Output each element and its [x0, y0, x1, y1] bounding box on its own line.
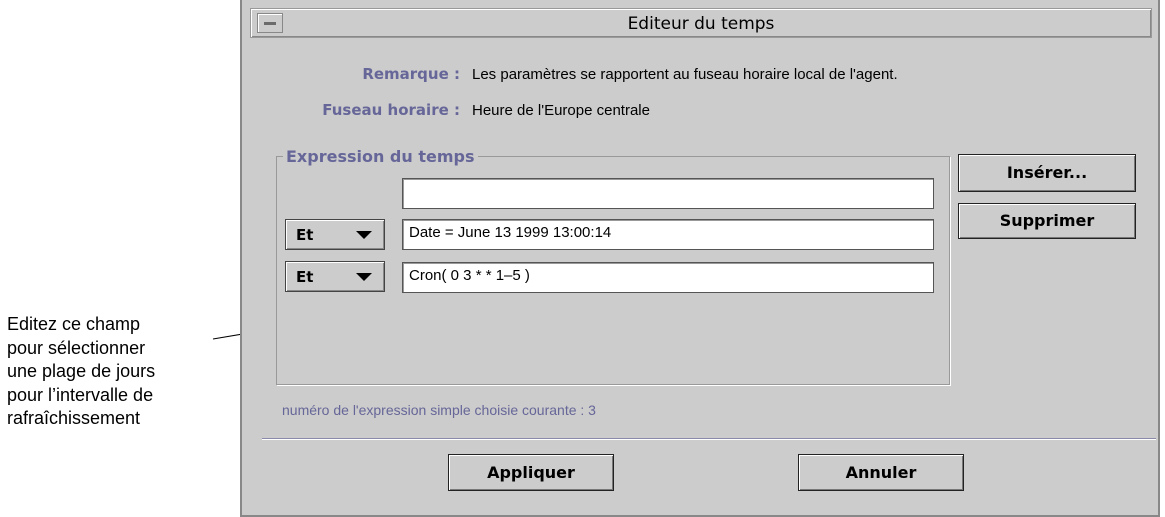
callout-line-2: pour sélectionner	[7, 337, 146, 358]
operator-select-3-value: Et	[296, 268, 314, 286]
operator-select-2[interactable]: Et	[285, 219, 385, 250]
status-text: numéro de l'expression simple choisie co…	[282, 402, 596, 418]
expression-field-3[interactable]: Cron( 0 3 * * 1–5 )	[402, 262, 934, 293]
window-title: Editeur du temps	[627, 14, 775, 34]
remark-label: Remarque :	[362, 65, 460, 83]
chevron-down-icon	[356, 273, 372, 281]
callout-line-3: une plage de jours	[7, 361, 156, 381]
insert-button[interactable]: Insérer...	[958, 154, 1136, 192]
operator-select-2-value: Et	[296, 226, 314, 244]
time-expression-group-title: Expression du temps	[283, 147, 478, 166]
separator	[262, 438, 1156, 440]
cancel-button[interactable]: Annuler	[798, 454, 964, 491]
remark-value: Les paramètres se rapportent au fuseau h…	[472, 66, 898, 83]
callout-line-1: Editez ce champ	[7, 314, 141, 334]
timezone-label: Fuseau horaire :	[322, 101, 460, 119]
callout-line-5: rafraîchissement	[7, 408, 141, 428]
operator-select-3[interactable]: Et	[285, 261, 385, 292]
expression-field-2[interactable]: Date = June 13 1999 13:00:14	[402, 219, 934, 250]
chevron-down-icon	[356, 231, 372, 239]
delete-button[interactable]: Supprimer	[958, 203, 1136, 239]
apply-button[interactable]: Appliquer	[448, 454, 614, 491]
expression-field-1[interactable]	[402, 178, 934, 209]
title-bar[interactable]: Editeur du temps	[250, 8, 1152, 38]
timezone-value: Heure de l'Europe centrale	[472, 102, 650, 119]
callout-line-4: pour l’intervalle de	[7, 384, 154, 405]
callout-annotation: Editez ce champ pour sélectionner une pl…	[7, 313, 222, 431]
time-editor-dialog: Editeur du temps Remarque : Les paramètr…	[240, 0, 1160, 517]
